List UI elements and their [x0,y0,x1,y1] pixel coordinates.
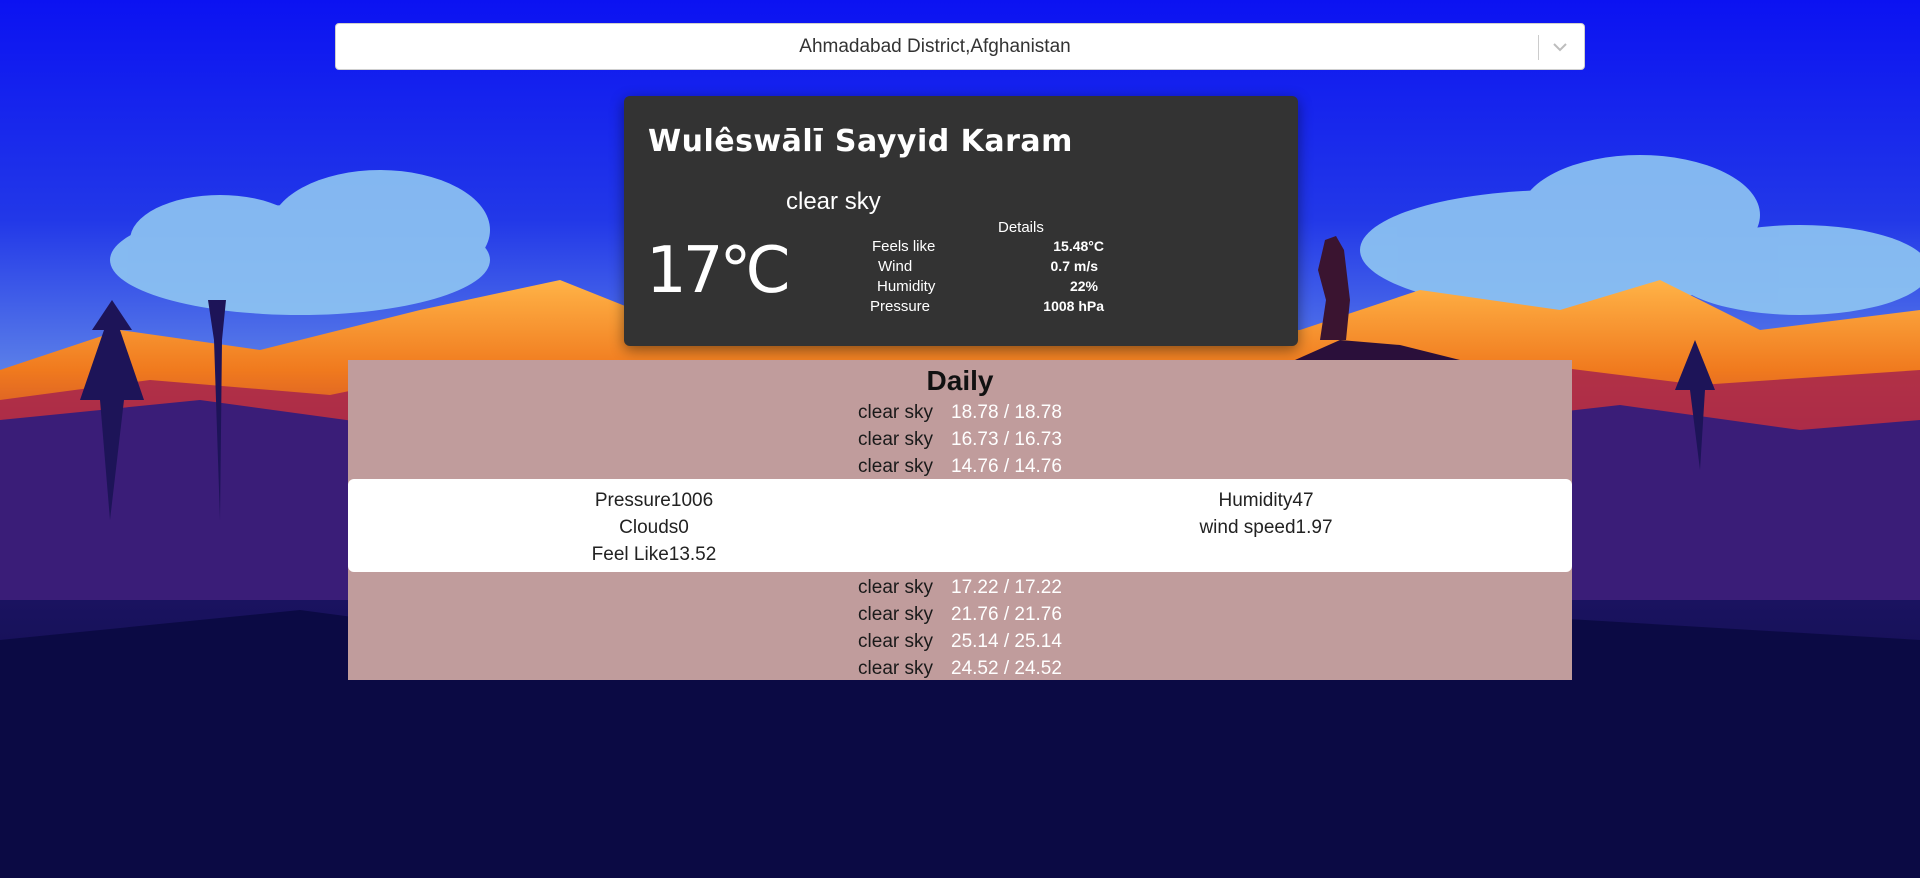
daily-item-desc: clear sky [858,604,933,625]
daily-item-temp: 14.76 / 14.76 [951,456,1062,477]
detail-label: Feels like [872,238,936,255]
detail-value: 0.7 m/s [1050,258,1098,274]
daily-item-desc: clear sky [858,658,933,679]
daily-item-temp: 25.14 / 25.14 [951,631,1062,652]
daily-item[interactable]: clear sky 24.52 / 24.52 [348,656,1572,683]
detail-value: 1008 hPa [1043,298,1104,314]
detail-value: 22% [1069,278,1098,294]
daily-item-details: Pressure1006 Clouds0 Feel Like13.52 Humi… [348,479,1572,572]
location-select[interactable]: Ahmadabad District,Afghanistan [335,23,1585,70]
detail-value: 15.48°C [1053,238,1104,254]
daily-item-desc: clear sky [858,577,933,598]
daily-item-temp: 17.22 / 17.22 [951,577,1062,598]
weather-description: clear sky [786,188,881,215]
detail-label: Humidity [877,278,936,295]
detail-humidity: Humidity 22% [864,278,1104,298]
chevron-down-icon[interactable] [1542,29,1578,65]
details-left-column: Pressure1006 Clouds0 Feel Like13.52 [348,487,960,568]
detail-label: Wind [878,258,913,275]
daily-item[interactable]: clear sky 25.14 / 25.14 [348,629,1572,656]
daily-forecast-panel: Daily clear sky 18.78 / 18.78 clear sky … [348,360,1572,680]
daily-item-desc: clear sky [858,456,933,477]
current-weather-card: Wulêswālī Sayyid Karam clear sky 17℃ Det… [624,96,1298,346]
detail-pressure: Pressure1006 [594,490,714,511]
daily-item-temp: 21.76 / 21.76 [951,604,1062,625]
details-list: Feels like 15.48°C Wind 0.7 m/s Humidity… [864,238,1104,318]
detail-humidity: Humidity47 [1218,490,1314,511]
city-name: Wulêswālī Sayyid Karam [648,124,1073,159]
current-temperature: 17℃ [646,234,791,308]
daily-item-temp: 18.78 / 18.78 [951,402,1062,423]
daily-item-desc: clear sky [858,429,933,450]
daily-item-desc: clear sky [858,631,933,652]
daily-item[interactable]: clear sky 21.76 / 21.76 [348,602,1572,629]
detail-feels-like: Feel Like13.52 [591,544,717,565]
daily-item[interactable]: clear sky 14.76 / 14.76 [348,454,1572,481]
daily-item[interactable]: clear sky 18.78 / 18.78 [348,400,1572,427]
details-right-column: Humidity47 wind speed1.97 [960,487,1572,541]
select-separator [1538,35,1539,60]
detail-wind-speed: wind speed1.97 [1199,517,1333,538]
detail-wind: Wind 0.7 m/s [864,258,1104,278]
details-title: Details [998,219,1044,236]
detail-feels-like: Feels like 15.48°C [864,238,1104,258]
detail-clouds: Clouds0 [619,517,689,538]
daily-item[interactable]: clear sky 16.73 / 16.73 [348,427,1572,454]
detail-label: Pressure [870,298,931,315]
daily-item-desc: clear sky [858,402,933,423]
daily-title: Daily [926,365,994,396]
daily-item-temp: 16.73 / 16.73 [951,429,1062,450]
daily-item[interactable]: clear sky 17.22 / 17.22 [348,575,1572,602]
daily-item-temp: 24.52 / 24.52 [951,658,1062,679]
selected-location: Ahmadabad District,Afghanistan [799,35,1071,57]
detail-pressure: Pressure 1008 hPa [864,298,1104,318]
